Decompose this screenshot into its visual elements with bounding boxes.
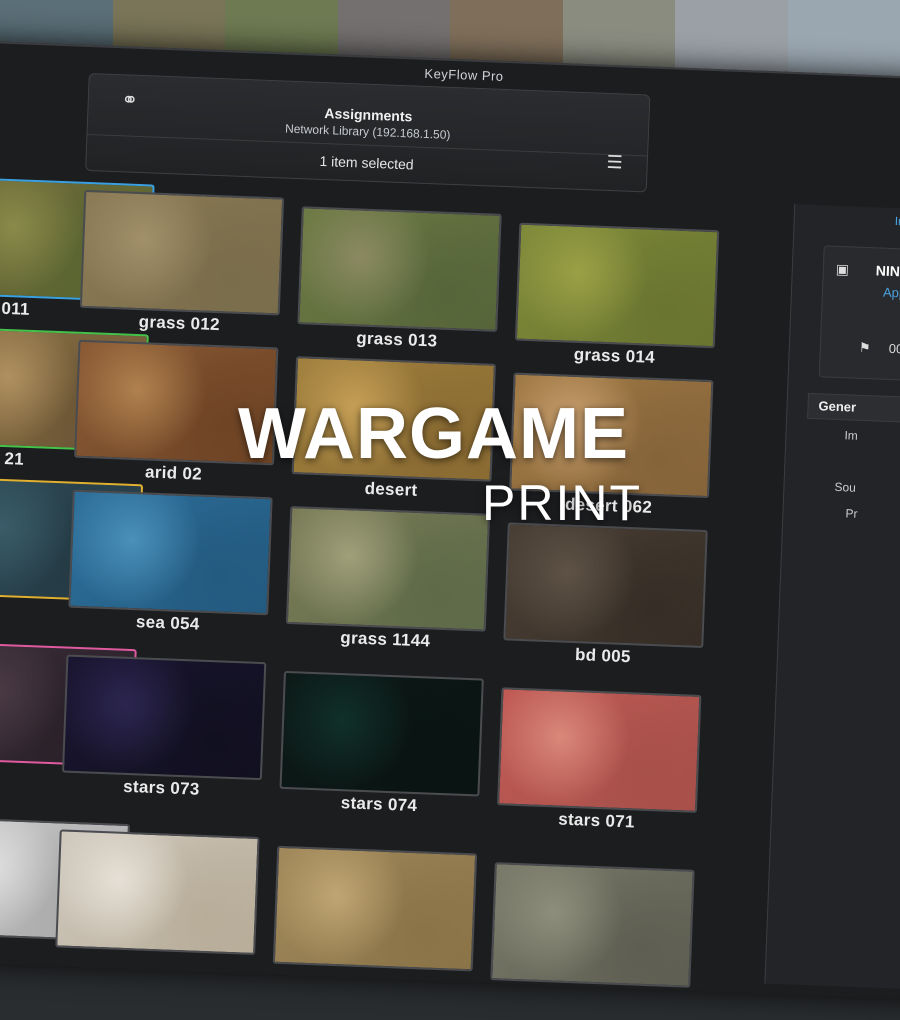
- flag-icon: ⚑: [858, 339, 871, 356]
- texture-tile[interactable]: stars 071: [496, 687, 702, 835]
- texture-thumbnail[interactable]: [285, 506, 491, 632]
- texture-thumbnail[interactable]: [68, 489, 273, 616]
- texture-tile[interactable]: grass 1144: [285, 506, 491, 654]
- checklist-icon[interactable]: ☰: [606, 152, 623, 174]
- texture-thumbnail[interactable]: [272, 845, 478, 972]
- side-tab[interactable]: In: [894, 214, 900, 228]
- texture-thumbnail[interactable]: [297, 206, 502, 332]
- texture-tile[interactable]: grass 013: [296, 206, 502, 354]
- field-label-1: Im: [844, 428, 859, 443]
- texture-tile[interactable]: [54, 829, 260, 977]
- texture-tile[interactable]: [272, 845, 478, 994]
- texture-label: [0, 762, 12, 764]
- texture-thumbnail[interactable]: [503, 522, 708, 648]
- film-icon: ▣: [835, 260, 850, 278]
- texture-tile[interactable]: bd 005: [503, 522, 708, 670]
- texture-label: [0, 937, 6, 939]
- info-card: ▣ NIN Appl ⚑ 00: [818, 245, 900, 383]
- item-app[interactable]: Appl: [883, 285, 900, 301]
- texture-thumbnail[interactable]: [279, 670, 484, 797]
- texture-tile[interactable]: sea 054: [67, 489, 273, 638]
- side-panel: In ▣ NIN Appl ⚑ 00 Gener Im Sou Pr: [764, 204, 900, 991]
- field-label-2: Sou: [834, 479, 857, 495]
- texture-label: 011: [1, 298, 31, 319]
- texture-thumbnail[interactable]: [61, 654, 267, 781]
- item-name: NIN: [875, 262, 900, 280]
- texture-thumbnail[interactable]: [514, 222, 720, 349]
- brand-logo: WARGAME PRINT: [238, 394, 678, 528]
- texture-thumbnail[interactable]: [490, 862, 695, 988]
- brand-line-2: PRINT: [482, 475, 642, 531]
- brand-line-1: WARGAME: [238, 394, 629, 474]
- texture-label: 21: [4, 449, 25, 469]
- texture-tile[interactable]: grass 014: [514, 222, 720, 371]
- texture-thumbnail[interactable]: [497, 687, 702, 813]
- item-code: 00: [888, 340, 900, 357]
- texture-thumbnail[interactable]: [55, 829, 260, 956]
- texture-thumbnail[interactable]: [79, 189, 285, 316]
- texture-tile[interactable]: [489, 862, 695, 1010]
- texture-tile[interactable]: stars 073: [61, 654, 267, 803]
- app-window: KeyFlow Pro ⚭ Assignments Network Librar…: [0, 40, 900, 1001]
- texture-tile[interactable]: stars 074: [279, 670, 484, 819]
- selection-status: 1 item selected: [319, 152, 414, 173]
- texture-tile[interactable]: grass 012: [79, 189, 285, 338]
- section-general[interactable]: Gener: [807, 392, 900, 426]
- toolbar: ⚭ Assignments Network Library (192.168.1…: [85, 72, 651, 193]
- texture-label: [0, 597, 19, 599]
- field-label-3: Pr: [845, 506, 858, 521]
